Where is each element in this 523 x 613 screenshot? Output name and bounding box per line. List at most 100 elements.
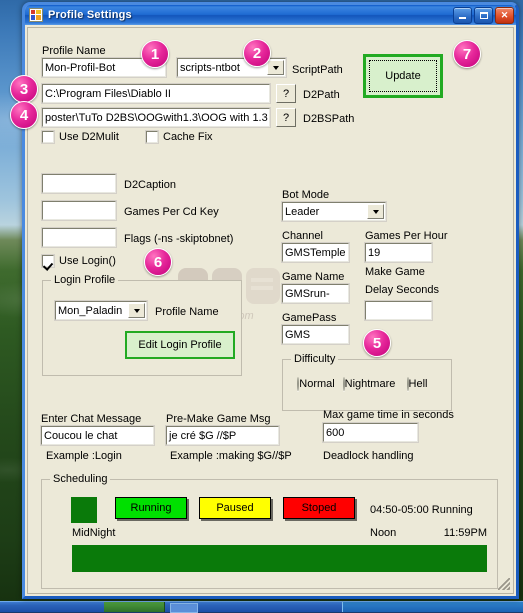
callout-badge-3: 3	[10, 75, 38, 103]
running-label: Running	[130, 502, 172, 514]
games-per-cd-key-input[interactable]	[41, 200, 117, 221]
checkbox-box	[41, 254, 55, 268]
d2bspath-input[interactable]: poster\TuTo D2BS\OOGwith1.3\OOG with 1.3	[41, 107, 271, 128]
minimize-button[interactable]	[453, 6, 472, 24]
callout-badge-1: 1	[141, 40, 169, 68]
focus-rectangle	[369, 60, 437, 92]
channel-label: Channel	[282, 230, 323, 242]
chevron-down-icon[interactable]	[367, 204, 384, 219]
profile-settings-icon	[29, 8, 43, 22]
axis-label-end: 11:59PM	[443, 527, 487, 539]
login-profile-group: Login Profile Mon_Paladin Profile Name E…	[42, 274, 242, 376]
delay-seconds-label: Delay Seconds	[365, 284, 439, 296]
gamepass-input[interactable]: GMS	[281, 324, 350, 345]
d2caption-input[interactable]	[41, 173, 117, 194]
axis-label-midnight: MidNight	[72, 527, 116, 539]
start-button[interactable]	[104, 602, 165, 612]
game-name-input[interactable]: GMSrun-	[281, 283, 350, 304]
difficulty-nightmare-label: Nightmare	[344, 378, 396, 390]
difficulty-group-title: Difficulty	[291, 353, 339, 365]
callout-badge-6: 6	[144, 248, 172, 276]
stoped-label: Stoped	[301, 502, 337, 514]
scheduling-timeline-bar[interactable]	[72, 545, 487, 572]
difficulty-group: Difficulty Normal Nightmare Hell	[282, 353, 452, 411]
difficulty-radio-nightmare[interactable]: Nightmare	[341, 377, 397, 391]
window-controls: ✕	[453, 6, 514, 24]
d2path-browse-button[interactable]: ?	[276, 84, 296, 103]
script-path-combo[interactable]: scripts-ntbot	[176, 57, 287, 78]
chevron-down-icon[interactable]	[267, 60, 284, 75]
cache-fix-checkbox[interactable]: Cache Fix	[145, 130, 213, 144]
maximize-button[interactable]	[474, 6, 493, 24]
scheduling-status-text: 04:50-05:00 Running	[370, 504, 473, 516]
scheduling-group-title: Scheduling	[50, 473, 111, 485]
chat-message-label: Enter Chat Message	[41, 413, 142, 425]
cache-fix-label: Cache Fix	[163, 131, 213, 143]
update-button[interactable]: Update	[363, 54, 443, 98]
d2caption-label: D2Caption	[124, 179, 176, 191]
d2bspath-browse-button[interactable]: ?	[276, 108, 296, 127]
max-game-time-label: Max game time in seconds	[323, 409, 454, 421]
scheduling-color-swatch[interactable]	[71, 497, 97, 523]
edit-login-profile-button[interactable]: Edit Login Profile	[125, 331, 235, 359]
max-game-time-input[interactable]: 600	[322, 422, 419, 443]
window-title: Profile Settings	[48, 9, 132, 21]
paused-button[interactable]: Paused	[199, 497, 271, 519]
bot-mode-label: Bot Mode	[282, 189, 330, 201]
scheduling-group: Scheduling Running Paused Stoped 04:50-0…	[41, 473, 498, 589]
taskbar[interactable]	[0, 601, 523, 613]
paused-label: Paused	[216, 502, 254, 514]
chat-message-input[interactable]: Coucou le chat	[40, 425, 155, 446]
difficulty-radio-hell[interactable]: Hell	[397, 377, 437, 391]
bot-mode-combo[interactable]: Leader	[281, 201, 387, 222]
callout-badge-7: 7	[453, 40, 481, 68]
delay-seconds-input[interactable]	[364, 300, 433, 321]
callout-badge-5: 5	[363, 329, 391, 357]
resize-grip[interactable]	[498, 578, 510, 590]
axis-label-noon: Noon	[370, 527, 397, 539]
close-icon[interactable]: ✕	[495, 6, 514, 24]
use-d2mulit-checkbox[interactable]: Use D2Mulit	[41, 130, 119, 144]
login-profile-value: Mon_Paladin	[58, 304, 123, 317]
use-login-checkbox[interactable]: Use Login()	[41, 254, 116, 268]
channel-input[interactable]: GMSTemple	[281, 242, 350, 263]
game-name-label: Game Name	[282, 271, 345, 283]
title-bar[interactable]: Profile Settings ✕	[25, 5, 516, 25]
callout-badge-2: 2	[243, 39, 271, 67]
premake-msg-input[interactable]: je cré $G //$P	[165, 425, 280, 446]
callout-badge-4: 4	[10, 101, 38, 129]
running-button[interactable]: Running	[115, 497, 187, 519]
chevron-down-icon[interactable]	[128, 303, 145, 318]
use-login-label: Use Login()	[59, 255, 116, 267]
script-path-label: ScriptPath	[292, 64, 343, 76]
window-client-area: gmstemple.com Profile Name Mon-Profil-Bo…	[27, 27, 514, 594]
flags-input[interactable]	[41, 227, 117, 248]
deadlock-handling-label: Deadlock handling	[323, 450, 414, 462]
use-d2mulit-label: Use D2Mulit	[59, 131, 119, 143]
stoped-button[interactable]: Stoped	[283, 497, 355, 519]
difficulty-radio-normal[interactable]: Normal	[291, 377, 341, 391]
login-profile-group-title: Login Profile	[51, 274, 119, 286]
flags-label: Flags (-ns -skiptobnet)	[124, 233, 234, 245]
premake-msg-example: Example :making $G//$P	[170, 450, 292, 462]
difficulty-normal-label: Normal	[299, 378, 335, 390]
checkbox-box	[41, 130, 55, 144]
gamepass-label: GamePass	[282, 312, 337, 324]
d2path-label: D2Path	[303, 89, 340, 101]
login-profile-name-label: Profile Name	[155, 306, 219, 318]
premake-msg-label: Pre-Make Game Msg	[166, 413, 271, 425]
profile-name-label: Profile Name	[42, 45, 106, 57]
system-tray[interactable]	[342, 602, 523, 612]
d2bspath-label: D2BSPath	[303, 113, 355, 125]
games-per-cd-key-label: Games Per Cd Key	[124, 206, 219, 218]
checkbox-box	[145, 130, 159, 144]
edit-login-profile-label: Edit Login Profile	[138, 339, 222, 351]
d2path-input[interactable]: C:\Program Files\Diablo II	[41, 83, 271, 104]
games-per-hour-input[interactable]: 19	[364, 242, 433, 263]
login-profile-combo[interactable]: Mon_Paladin	[54, 300, 148, 321]
profile-settings-window: Profile Settings ✕ gmstemple.com Profile…	[10, 2, 519, 599]
bot-mode-value: Leader	[285, 205, 320, 218]
difficulty-hell-label: Hell	[408, 378, 428, 390]
games-per-hour-label: Games Per Hour	[365, 230, 448, 242]
chat-message-example: Example :Login	[46, 450, 122, 462]
